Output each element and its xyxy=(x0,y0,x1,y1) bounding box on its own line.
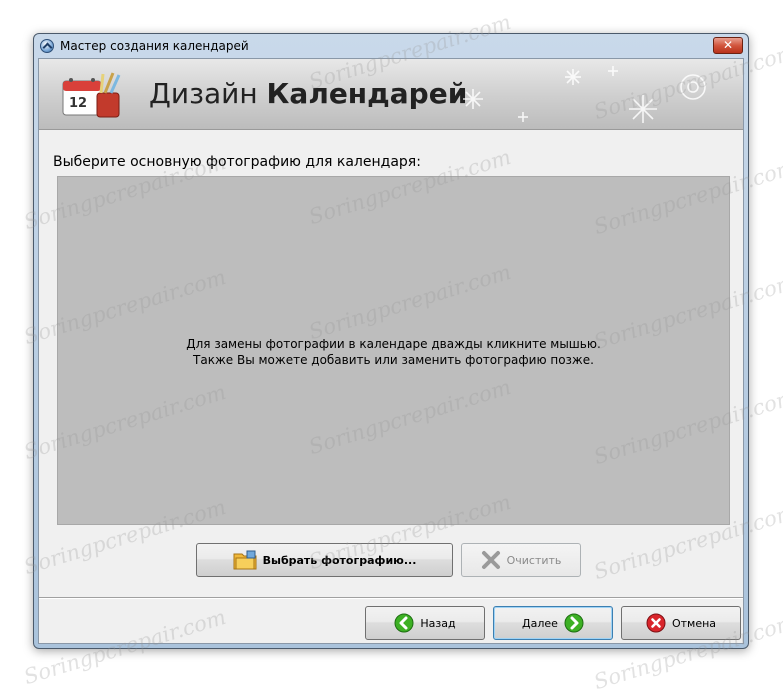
back-button[interactable]: Назад xyxy=(365,606,485,640)
wizard-window: Мастер создания календарей ✕ 12 Дизайн К… xyxy=(33,33,749,649)
next-button[interactable]: Далее xyxy=(493,606,613,640)
calendar-day-number: 12 xyxy=(69,96,87,111)
photo-prompt-label: Выберите основную фотографию для календа… xyxy=(53,154,421,170)
clear-label: Очистить xyxy=(506,553,562,567)
back-label: Назад xyxy=(420,616,456,630)
close-button[interactable]: ✕ xyxy=(713,37,743,54)
window-title: Мастер создания календарей xyxy=(60,39,249,53)
calendar-brush-icon: 12 xyxy=(62,72,121,118)
choose-photo-label: Выбрать фотографию... xyxy=(262,553,417,567)
choose-photo-button[interactable]: Выбрать фотографию... xyxy=(196,543,453,577)
cancel-icon xyxy=(646,613,666,633)
photo-hint-line1: Для замены фотографии в календаре дважды… xyxy=(186,337,601,351)
photo-hint-line2: Также Вы можете добавить или заменить фо… xyxy=(193,353,594,367)
banner-divider xyxy=(39,129,743,130)
app-icon xyxy=(40,39,54,53)
banner-title-regular: Дизайн xyxy=(149,77,267,110)
next-label: Далее xyxy=(522,616,558,630)
clear-button[interactable]: Очистить xyxy=(461,543,581,577)
cancel-label: Отмена xyxy=(671,616,717,630)
clear-x-icon xyxy=(481,551,500,569)
back-arrow-icon xyxy=(394,613,414,633)
folder-photo-icon xyxy=(233,550,257,570)
next-arrow-icon xyxy=(564,613,584,633)
header-banner: 12 Дизайн Календарей xyxy=(39,59,743,129)
title-bar[interactable]: Мастер создания календарей ✕ xyxy=(34,34,748,58)
wizard-client: 12 Дизайн Календарей Выберите основную ф… xyxy=(38,58,744,644)
snowflake-decoration-icon xyxy=(463,66,706,123)
cancel-button[interactable]: Отмена xyxy=(621,606,741,640)
photo-drop-area[interactable]: Для замены фотографии в календаре дважды… xyxy=(57,176,730,525)
footer-divider-highlight xyxy=(39,598,743,599)
